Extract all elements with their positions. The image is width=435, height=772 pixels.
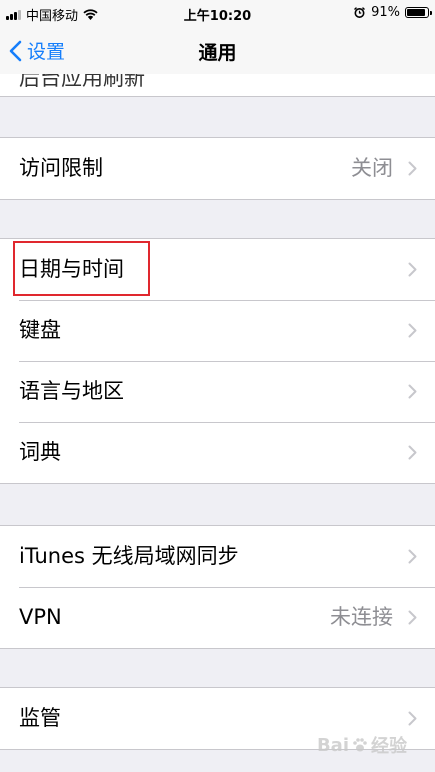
row-language-region[interactable]: 语言与地区 [0, 361, 435, 422]
watermark-text-left: Bai [316, 734, 349, 756]
partial-row[interactable]: 后台应用刷新 [0, 74, 435, 97]
chevron-right-icon [408, 711, 417, 726]
row-vpn[interactable]: VPN 未连接 [0, 587, 435, 648]
row-label: iTunes 无线局域网同步 [19, 544, 239, 568]
chevron-right-icon [408, 323, 417, 338]
chevron-right-icon [408, 610, 417, 625]
row-itunes-wifi-sync[interactable]: iTunes 无线局域网同步 [0, 526, 435, 587]
battery-fill [407, 9, 426, 16]
alarm-icon [354, 7, 366, 18]
row-value: 未连接 [330, 605, 393, 629]
settings-group-restrictions: 访问限制 关闭 [0, 137, 435, 200]
status-right: 91% [354, 5, 432, 20]
status-bar: 中国移动 上午10:20 91% [0, 0, 435, 26]
battery-percent: 91% [371, 5, 400, 20]
row-label: 语言与地区 [19, 379, 124, 403]
row-label: 访问限制 [19, 156, 103, 180]
row-label: 词典 [19, 440, 61, 464]
chevron-right-icon [408, 445, 417, 460]
partial-row-label: 后台应用刷新 [19, 74, 145, 90]
row-keyboard[interactable]: 键盘 [0, 300, 435, 361]
chevron-right-icon [408, 384, 417, 399]
row-dictionary[interactable]: 词典 [0, 422, 435, 483]
chevron-right-icon [408, 262, 417, 277]
page-title: 通用 [198, 42, 237, 64]
paw-icon [353, 738, 367, 752]
row-label: VPN [19, 605, 62, 629]
battery-icon [405, 7, 432, 18]
row-restrictions[interactable]: 访问限制 关闭 [0, 138, 435, 199]
watermark: Bai 经验 [317, 732, 407, 758]
nav-bar: 设置 通用 [0, 26, 435, 75]
row-label: 键盘 [19, 318, 61, 342]
settings-group-network: iTunes 无线局域网同步 VPN 未连接 [0, 525, 435, 649]
row-value: 关闭 [351, 156, 393, 180]
row-label: 监管 [19, 706, 61, 730]
chevron-right-icon [408, 161, 417, 176]
highlight-box [13, 241, 150, 296]
watermark-text-right: 经验 [371, 736, 407, 757]
chevron-right-icon [408, 549, 417, 564]
